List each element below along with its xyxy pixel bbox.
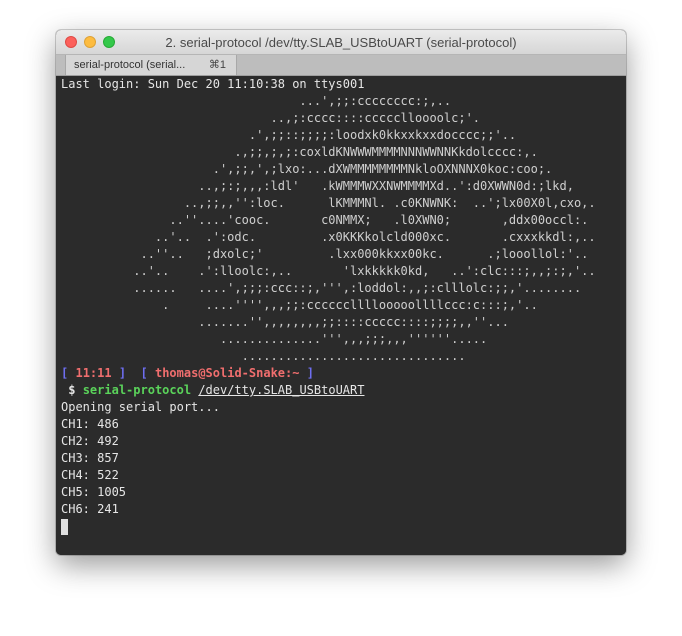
ascii-art-line: ..,;:;,,,:ldl' .kWMMMWXXNWMMMMXd..':d0XW… (61, 179, 574, 193)
ascii-art-line: ..''.. ;dxolc;' .lxx000kkxx00kc. .;loool… (61, 247, 589, 261)
ascii-art-line: ..,;:cccc::::ccccclloooolc;'. (61, 111, 481, 125)
prompt-bracket: ] (118, 366, 127, 380)
output-line-ch3: CH3: 857 (61, 451, 119, 465)
prompt-user-host: thomas@Solid-Snake:~ (154, 366, 300, 380)
ascii-art-line: ..''....'cooc. c0NMMX; .l0XWN0; ,ddx00oc… (61, 213, 589, 227)
title-bar[interactable]: 2. serial-protocol /dev/tty.SLAB_USBtoUA… (56, 30, 626, 55)
prompt-bracket: ] (306, 366, 314, 380)
ascii-art-line: ............................... (61, 349, 466, 363)
ascii-art-line: ..'.. .':odc. .x0KKKkolcld000xc. .cxxxkk… (61, 230, 596, 244)
ascii-art-line: . ....'''',,,;;:ccccccllllooooollllccc:c… (61, 298, 538, 312)
ascii-art-line: ..,;;,,'':loc. lKMMMNl. .c0KNWNK: ..';lx… (61, 196, 596, 210)
output-line-ch6: CH6: 241 (61, 502, 119, 516)
tab-bar: serial-protocol (serial... ⌘1 (56, 55, 626, 76)
output-line: Opening serial port... (61, 400, 220, 414)
command-argument: /dev/tty.SLAB_USBtoUART (198, 383, 365, 397)
output-line-ch5: CH5: 1005 (61, 485, 127, 499)
last-login-line: Last login: Sun Dec 20 11:10:38 on ttys0… (61, 77, 365, 91)
command-line: $ serial-protocol /dev/tty.SLAB_USBtoUAR… (61, 382, 364, 399)
ascii-art-line: ...... ....',;;;:ccc::;,''',:loddol:,,;:… (61, 281, 582, 295)
ascii-art-line: .,;;,;,;:coxldKNWWWMMMMNNNWWNNKkdolcccc:… (61, 145, 538, 159)
tab-serial-protocol[interactable]: serial-protocol (serial... ⌘1 (65, 55, 237, 75)
window-title: 2. serial-protocol /dev/tty.SLAB_USBtoUA… (165, 35, 517, 50)
prompt-status-line: [ 11:11 ] [ thomas@Solid-Snake:~ ] (61, 365, 314, 382)
prompt-bracket: [ (61, 366, 69, 380)
prompt-symbol: $ (68, 383, 76, 397)
ascii-art-line: .',;;::;;;;:loodxk0kkxxkxxdocccc;;'.. (61, 128, 517, 142)
ascii-art-line: .......'',,,,,,,,;;::::ccccc::::;;;;,,''… (61, 315, 509, 329)
terminal-output-area[interactable]: Last login: Sun Dec 20 11:10:38 on ttys0… (56, 76, 626, 555)
ascii-art-line: ...',;;:cccccccc:;,.. (61, 94, 452, 108)
ascii-art-line: .',;;,',;lxo:...dXWMMMMMMMMNkloOXNNNX0ko… (61, 162, 553, 176)
prompt-bracket: [ (140, 366, 148, 380)
tab-label: serial-protocol (serial... (74, 59, 186, 71)
command-name: serial-protocol (82, 383, 192, 397)
ascii-art-line: ..............''',,,;;;,,,''''''..... (61, 332, 488, 346)
tab-shortcut: ⌘1 (208, 59, 226, 71)
output-line-ch1: CH1: 486 (61, 417, 119, 431)
output-line-ch4: CH4: 522 (61, 468, 119, 482)
ascii-art-line: ..'.. .':lloolc:,.. 'lxkkkkk0kd, ..':clc… (61, 264, 596, 278)
output-line-ch2: CH2: 492 (61, 434, 119, 448)
prompt-time: 11:11 (75, 366, 112, 380)
terminal-window: 2. serial-protocol /dev/tty.SLAB_USBtoUA… (56, 30, 626, 555)
text-cursor (61, 519, 68, 535)
